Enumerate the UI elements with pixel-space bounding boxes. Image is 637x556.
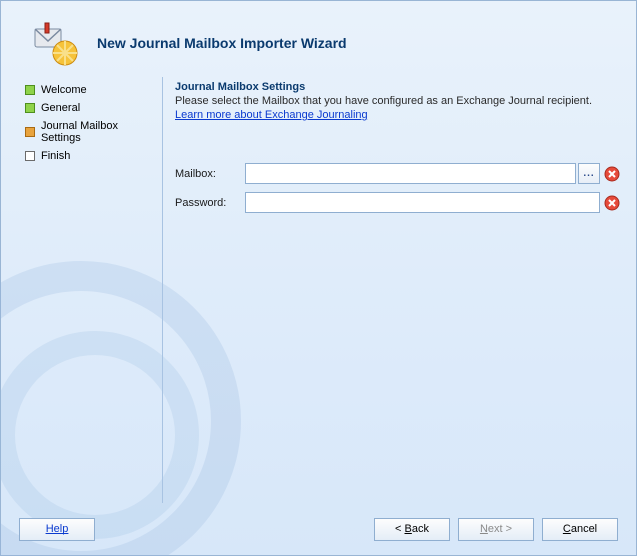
sidebar-item-label: General xyxy=(41,102,80,114)
password-row: Password: xyxy=(175,192,620,213)
wizard-steps-sidebar: Welcome General Journal Mailbox Settings… xyxy=(1,77,163,503)
error-icon xyxy=(604,166,620,182)
help-button[interactable]: Help xyxy=(19,518,95,541)
cancel-button[interactable]: Cancel xyxy=(542,518,618,541)
sidebar-item-general[interactable]: General xyxy=(25,99,160,117)
step-current-icon xyxy=(25,127,35,137)
wizard-content: Journal Mailbox Settings Please select t… xyxy=(163,77,636,503)
learn-more-link[interactable]: Learn more about Exchange Journaling xyxy=(175,109,368,121)
step-done-icon xyxy=(25,103,35,113)
mailbox-wizard-icon xyxy=(31,19,79,67)
mailbox-label: Mailbox: xyxy=(175,168,245,180)
mailbox-form: Mailbox: ... Password: xyxy=(175,163,620,213)
password-input[interactable] xyxy=(245,192,600,213)
error-icon xyxy=(604,195,620,211)
sidebar-item-label: Journal Mailbox Settings xyxy=(41,120,160,144)
content-description: Please select the Mailbox that you have … xyxy=(175,95,620,107)
step-pending-icon xyxy=(25,151,35,161)
next-button[interactable]: Next > xyxy=(458,518,534,541)
step-done-icon xyxy=(25,85,35,95)
sidebar-item-label: Finish xyxy=(41,150,70,162)
next-button-label: N xyxy=(480,523,488,535)
help-button-label: Help xyxy=(46,523,69,535)
back-button[interactable]: < Back xyxy=(374,518,450,541)
password-label: Password: xyxy=(175,197,245,209)
sidebar-item-welcome[interactable]: Welcome xyxy=(25,81,160,99)
browse-mailbox-button[interactable]: ... xyxy=(578,163,600,184)
mailbox-row: Mailbox: ... xyxy=(175,163,620,184)
mailbox-input[interactable] xyxy=(245,163,576,184)
wizard-body: Welcome General Journal Mailbox Settings… xyxy=(1,77,636,503)
wizard-title: New Journal Mailbox Importer Wizard xyxy=(97,35,347,51)
sidebar-item-label: Welcome xyxy=(41,84,87,96)
cancel-button-label: C xyxy=(563,523,571,535)
wizard-window: New Journal Mailbox Importer Wizard Welc… xyxy=(0,0,637,556)
wizard-header: New Journal Mailbox Importer Wizard xyxy=(1,1,636,77)
back-button-label: B xyxy=(405,523,412,535)
content-title: Journal Mailbox Settings xyxy=(175,81,620,93)
wizard-footer: Help < Back Next > Cancel xyxy=(1,503,636,555)
sidebar-item-finish[interactable]: Finish xyxy=(25,147,160,165)
sidebar-item-journal-mailbox-settings[interactable]: Journal Mailbox Settings xyxy=(25,117,160,147)
